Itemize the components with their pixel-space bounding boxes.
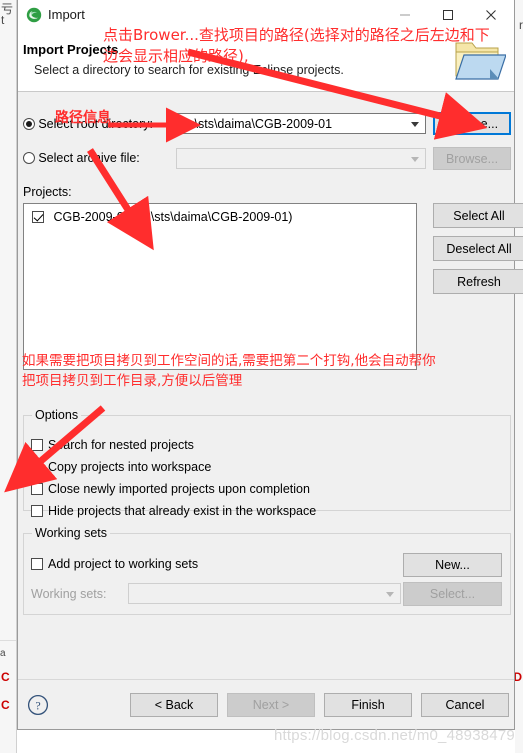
eclipse-icon bbox=[26, 7, 42, 23]
working-sets-field-label: Working sets: bbox=[31, 587, 107, 601]
working-sets-combo bbox=[128, 583, 401, 604]
option-hide-existing[interactable]: Hide projects that already exist in the … bbox=[31, 504, 316, 518]
annotation-top-text: 点击Brower...查找项目的路径(选择对的路径之后左边和下 边会显示相应的路径… bbox=[103, 26, 490, 65]
list-item[interactable]: CGB-2009-01 (D:\sts\daima\CGB-2009-01) bbox=[32, 210, 292, 224]
background-red-glyph-2: C bbox=[1, 698, 10, 712]
option-copy-projects-label: Copy projects into workspace bbox=[48, 460, 212, 474]
annotation-middle-text: 如果需要把项目拷贝到工作空间的话,需要把第二个打钩,他会自动帮你 把项目拷贝到工作… bbox=[22, 353, 436, 389]
add-to-working-sets-label: Add project to working sets bbox=[48, 557, 199, 571]
deselect-all-button[interactable]: Deselect All bbox=[433, 236, 523, 261]
option-search-nested[interactable]: Search for nested projects bbox=[31, 438, 194, 452]
option-close-imported-label: Close newly imported projects upon compl… bbox=[48, 482, 310, 496]
browse-root-button[interactable]: Browse... bbox=[433, 112, 511, 135]
option-close-imported-checkbox[interactable] bbox=[31, 483, 43, 495]
option-close-imported[interactable]: Close newly imported projects upon compl… bbox=[31, 482, 310, 496]
project-checkbox[interactable] bbox=[32, 211, 44, 223]
next-button: Next > bbox=[227, 693, 315, 717]
option-copy-projects-checkbox[interactable] bbox=[31, 461, 43, 473]
root-directory-value: D:\sts\daima\CGB-2009-01 bbox=[182, 117, 333, 131]
cancel-button[interactable]: Cancel bbox=[421, 693, 509, 717]
option-copy-projects[interactable]: Copy projects into workspace bbox=[31, 460, 211, 474]
archive-file-radio[interactable]: Select archive file: bbox=[23, 151, 140, 165]
archive-file-combo bbox=[176, 148, 426, 169]
root-directory-radio-mark bbox=[23, 118, 35, 130]
dialog-title: Import bbox=[48, 7, 85, 22]
watermark: https://blog.csdn.net/m0_48938479 bbox=[274, 727, 515, 744]
add-to-working-sets-row[interactable]: Add project to working sets bbox=[31, 557, 198, 571]
options-group-title: Options bbox=[32, 408, 82, 422]
chevron-down-icon-working-sets bbox=[386, 592, 394, 597]
dialog-footer: ? < Back Next > Finish Cancel bbox=[18, 679, 514, 729]
select-working-set-button: Select... bbox=[403, 582, 502, 606]
background-divider bbox=[0, 640, 16, 641]
archive-file-label: Select archive file: bbox=[38, 151, 140, 165]
option-search-nested-label: Search for nested projects bbox=[48, 438, 194, 452]
background-glyph-top: 亏t bbox=[1, 2, 14, 27]
root-directory-combo[interactable]: D:\sts\daima\CGB-2009-01 bbox=[176, 113, 426, 134]
annotation-path-info: 路径信息 bbox=[55, 110, 111, 126]
projects-label: Projects: bbox=[23, 185, 72, 199]
background-right-panel bbox=[515, 0, 523, 753]
browse-archive-button: Browse... bbox=[433, 147, 511, 170]
select-all-button[interactable]: Select All bbox=[433, 203, 523, 228]
new-working-set-button[interactable]: New... bbox=[403, 553, 502, 577]
add-to-working-sets-checkbox[interactable] bbox=[31, 558, 43, 570]
option-hide-existing-checkbox[interactable] bbox=[31, 505, 43, 517]
svg-text:?: ? bbox=[35, 698, 40, 712]
chevron-down-icon bbox=[411, 122, 419, 127]
finish-button[interactable]: Finish bbox=[324, 693, 412, 717]
project-label: CGB-2009-01 (D:\sts\daima\CGB-2009-01) bbox=[53, 210, 293, 224]
help-icon[interactable]: ? bbox=[27, 694, 49, 716]
chevron-down-icon-disabled bbox=[411, 157, 419, 162]
background-red-glyph-1: C bbox=[1, 670, 10, 684]
projects-listbox[interactable]: CGB-2009-01 (D:\sts\daima\CGB-2009-01) bbox=[23, 203, 417, 370]
background-glyph-bottom: a bbox=[0, 648, 6, 659]
option-search-nested-checkbox[interactable] bbox=[31, 439, 43, 451]
archive-file-radio-mark bbox=[23, 152, 35, 164]
refresh-button[interactable]: Refresh bbox=[433, 269, 523, 294]
option-hide-existing-label: Hide projects that already exist in the … bbox=[48, 504, 317, 518]
working-sets-group-title: Working sets bbox=[32, 526, 111, 540]
back-button[interactable]: < Back bbox=[130, 693, 218, 717]
